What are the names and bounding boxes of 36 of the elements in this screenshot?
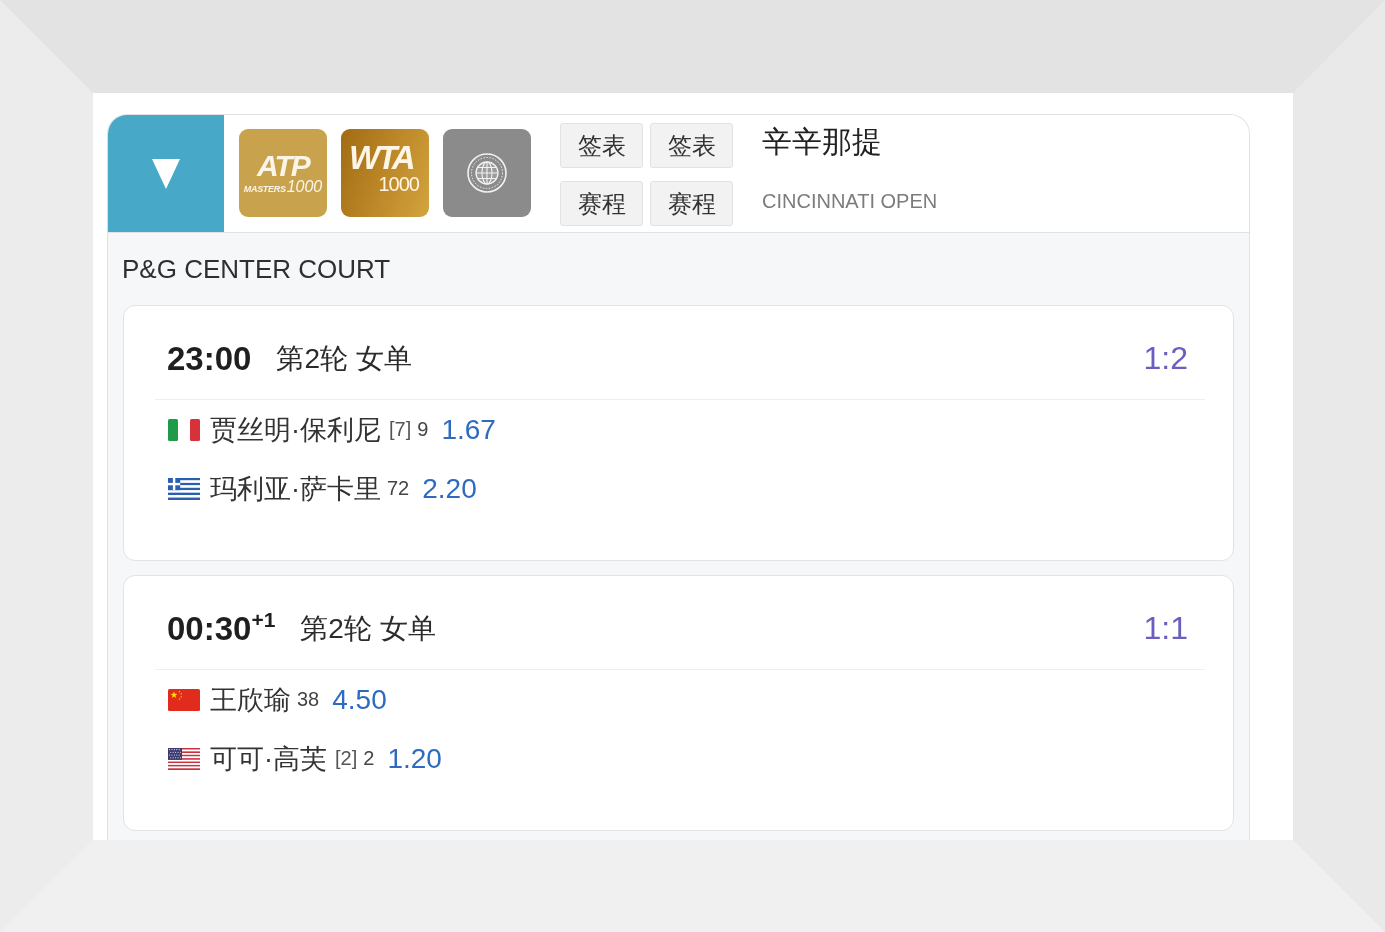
italy-flag-icon <box>168 418 200 441</box>
globe-emblem-icon[interactable] <box>443 129 531 217</box>
player-rank: 72 <box>387 477 410 500</box>
court-name: P&G CENTER COURT <box>122 253 391 285</box>
usa-flag-icon <box>168 747 200 770</box>
player-name[interactable]: 王欣瑜 <box>210 681 291 718</box>
player-seed: [2] <box>335 747 358 770</box>
player-odds: 1.20 <box>387 742 442 775</box>
nav-button[interactable]: 赛程 <box>560 181 643 226</box>
match-time: 23:00 <box>167 339 252 378</box>
tournament-subtitle: CINCINNATI OPEN <box>762 189 938 214</box>
match-round: 第2轮 女单 <box>300 611 436 646</box>
match-time: 00:30$^{+1}$ <box>167 609 276 648</box>
tournament-name: 辛辛那提 <box>762 124 882 160</box>
player-rank: 2 <box>363 747 375 770</box>
player-odds: 4.50 <box>332 683 387 716</box>
player-name[interactable]: 可可·高芙 <box>210 740 327 777</box>
nav-button[interactable]: 签表 <box>650 123 733 168</box>
player-odds: 1.67 <box>441 413 496 446</box>
player-rank: 9 <box>417 418 429 441</box>
match-card[interactable]: 23:00 第2轮 女单 1:2 贾丝明·保利尼 [7] 9 1.67 玛利亚·萨卡里 72 2.20 <box>123 305 1234 561</box>
match-round: 第2轮 女单 <box>276 341 412 376</box>
player-rank: 38 <box>297 688 320 711</box>
greece-flag-icon <box>168 477 200 500</box>
china-flag-icon <box>168 688 200 711</box>
dropdown-button[interactable] <box>108 115 224 232</box>
match-card[interactable]: 00:30$^{+1}$ 第2轮 女单 1:1 王欣瑜 38 4.50 可可·高芙 [2] 2 1.20 <box>123 575 1234 831</box>
player-odds: 2.20 <box>422 472 477 505</box>
player-seed: [7] <box>389 418 412 441</box>
player-name[interactable]: 玛利亚·萨卡里 <box>210 470 381 507</box>
caret-down-icon <box>152 158 180 189</box>
nav-button[interactable]: 签表 <box>560 123 643 168</box>
nav-button[interactable]: 赛程 <box>650 181 733 226</box>
match-score: 1:1 <box>1143 610 1188 647</box>
player-name[interactable]: 贾丝明·保利尼 <box>210 411 381 448</box>
match-score: 1:2 <box>1143 340 1188 377</box>
